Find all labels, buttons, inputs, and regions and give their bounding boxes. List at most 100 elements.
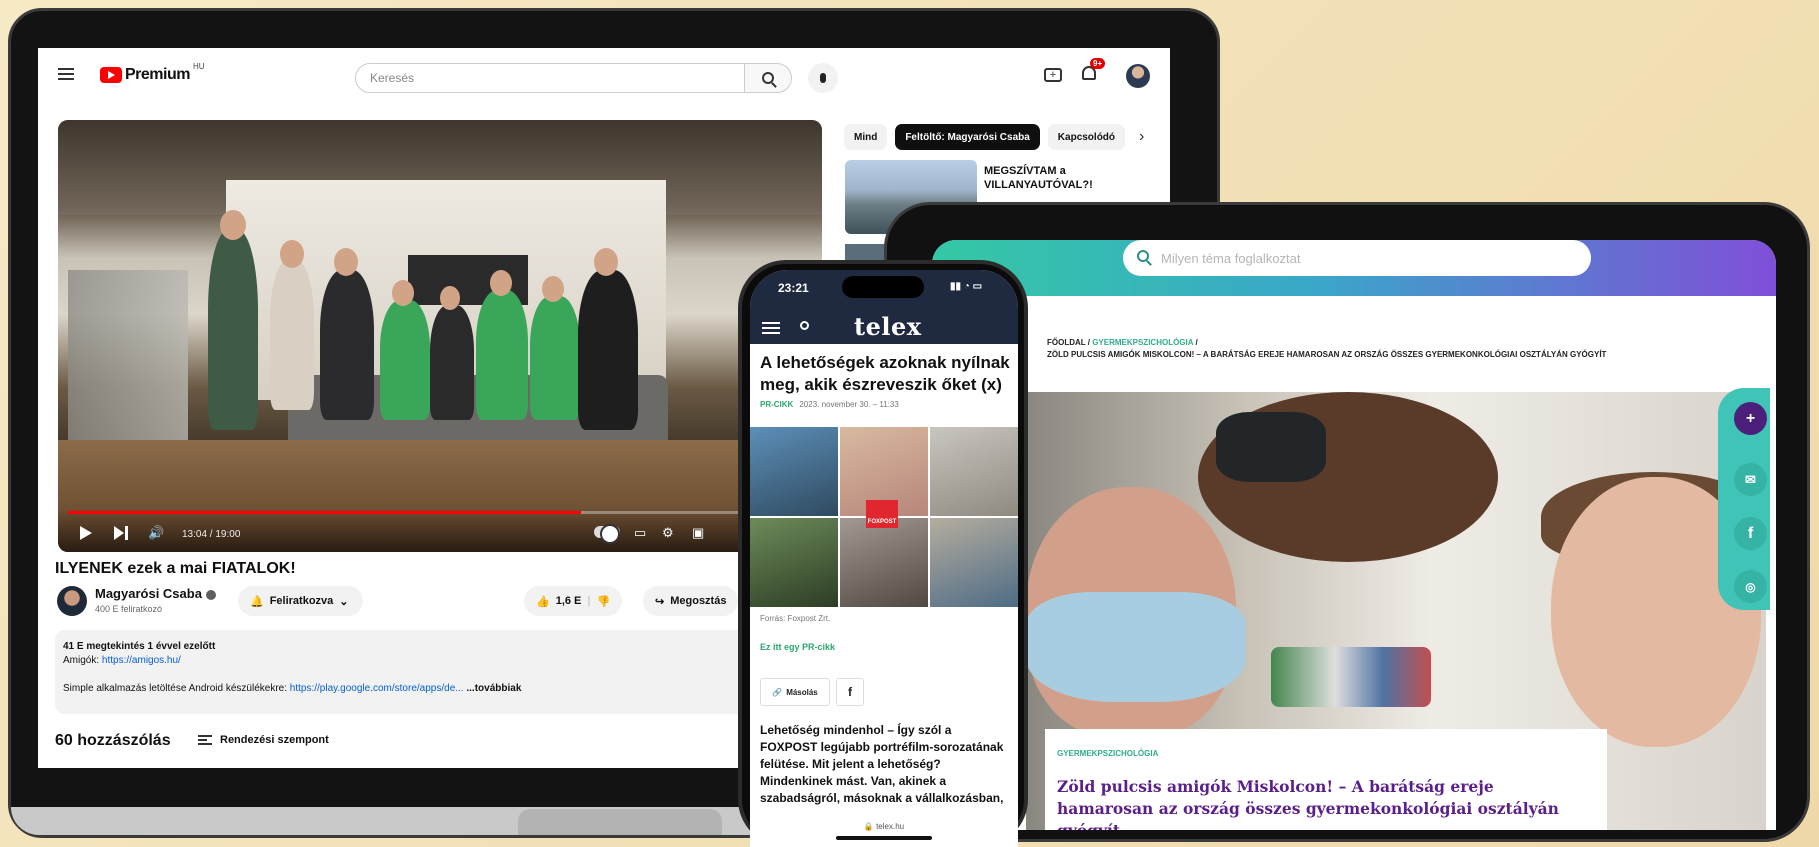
- thumbs-up-icon[interactable]: 👍: [536, 595, 550, 608]
- person-figure: [208, 230, 258, 430]
- like-dislike-group[interactable]: 👍 1,6 E | 👎: [524, 586, 623, 616]
- telex-logo[interactable]: telex: [854, 312, 922, 341]
- facebook-icon[interactable]: f: [1734, 517, 1767, 550]
- person-figure: [320, 270, 374, 420]
- autoplay-toggle[interactable]: [594, 524, 620, 544]
- foxpost-logo: FOXPOST: [866, 500, 898, 528]
- person-head: [440, 286, 460, 310]
- breadcrumb: FŐOLDAL / GYERMEKPSZICHOLÓGIA / ZÖLD PUL…: [1047, 338, 1607, 359]
- chevron-right-icon[interactable]: ›: [1133, 128, 1144, 146]
- person-figure: [430, 305, 474, 420]
- article-meta: PR-CIKK 2023. november 30. – 11:33: [760, 400, 899, 409]
- account-avatar[interactable]: [1126, 64, 1150, 88]
- video-player[interactable]: 🔊 13:04 / 19:00 ▭ ⚙ ▣: [58, 120, 822, 552]
- verified-icon: [205, 589, 216, 600]
- miniplayer-icon[interactable]: ▣: [692, 525, 704, 541]
- description-box[interactable]: 41 E megtekintés 1 évvel ezelőtt Amigók:…: [55, 630, 825, 714]
- thumbs-down-icon[interactable]: 👎: [596, 595, 610, 608]
- filter-chips: Mind Feltöltő: Magyarósi Csaba Kapcsolód…: [844, 124, 1144, 150]
- channel-name: Magyarósi Csaba: [95, 586, 202, 601]
- tablet-screen: Milyen téma foglalkoztat FŐOLDAL / GYERM…: [932, 240, 1776, 830]
- menu-icon[interactable]: [58, 68, 74, 80]
- subscriber-count: 400 E feliratkozó: [95, 604, 163, 614]
- subscribe-button[interactable]: 🔔 Feliratkozva ⌄: [238, 586, 363, 616]
- share-label: Megosztás: [670, 595, 727, 607]
- volume-icon[interactable]: 🔊: [148, 526, 164, 540]
- share-icon: ↪: [655, 595, 665, 608]
- status-bar: 23:21 ▮▮ ◔ ▭: [750, 270, 1018, 308]
- comments-count: 60 hozzászólás: [55, 732, 171, 749]
- pr-article-link[interactable]: Ez itt egy PR-cikk: [760, 642, 835, 652]
- site-search-placeholder: Milyen téma foglalkoztat: [1161, 250, 1301, 266]
- person-head: [220, 210, 246, 240]
- settings-gear-icon[interactable]: ⚙: [662, 525, 674, 541]
- person-head: [392, 280, 414, 306]
- amigos-link[interactable]: https://amigos.hu/: [102, 655, 181, 666]
- dynamic-island: [842, 276, 924, 298]
- channel-avatar[interactable]: [57, 586, 87, 616]
- breadcrumb-current: ZÖLD PULCSIS AMIGÓK MISKOLCON! – A BARÁT…: [1047, 350, 1607, 359]
- article-card[interactable]: GYERMEKPSZICHOLÓGIA Zöld pulcsis amigók …: [1045, 729, 1607, 830]
- youtube-premium-logo[interactable]: Premium HU: [100, 62, 205, 84]
- copy-link-button[interactable]: 🔗 Másolás: [760, 678, 830, 706]
- create-icon[interactable]: +: [1044, 68, 1062, 82]
- image-source: Forrás: Foxpost Zrt.: [760, 614, 831, 623]
- description-line-2: Simple alkalmazás letöltése Android kész…: [63, 682, 817, 696]
- like-count: 1,6 E: [555, 595, 582, 607]
- portrait-tile: [930, 427, 1018, 516]
- email-icon[interactable]: ✉: [1734, 463, 1767, 496]
- photo-face-mask: [1026, 592, 1246, 702]
- player-controls: [58, 508, 822, 552]
- search-icon: [1137, 250, 1149, 262]
- person-figure: [270, 260, 314, 410]
- search-button[interactable]: [744, 63, 792, 93]
- person-figure: [380, 300, 430, 420]
- show-more-link[interactable]: ...továbbiak: [466, 683, 521, 694]
- url-text: telex.hu: [876, 822, 905, 831]
- laptop-trackpad-notch: [518, 809, 722, 835]
- description-line-1: Amigók: https://amigos.hu/: [63, 654, 817, 668]
- search-input[interactable]: Keresés: [355, 63, 745, 93]
- sort-label: Rendezési szempont: [220, 734, 329, 746]
- plus-button[interactable]: +: [1734, 402, 1767, 435]
- facebook-share-button[interactable]: f: [836, 678, 864, 706]
- portrait-tile: [930, 518, 1018, 607]
- breadcrumb-home[interactable]: FŐOLDAL: [1047, 338, 1086, 347]
- chip-related[interactable]: Kapcsolódó: [1047, 124, 1126, 150]
- sort-button[interactable]: Rendezési szempont: [198, 734, 329, 746]
- chip-all[interactable]: Mind: [844, 124, 888, 150]
- microphone-icon: [820, 73, 826, 83]
- chip-uploader[interactable]: Feltöltő: Magyarósi Csaba: [895, 124, 1040, 150]
- recommended-title[interactable]: MEGSZÍVTAM a VILLANYAUTÓVAL?!: [984, 164, 1134, 192]
- channel-name-row[interactable]: Magyarósi Csaba: [95, 586, 216, 601]
- time-display: 13:04 / 19:00: [182, 529, 241, 540]
- progress-bar[interactable]: [68, 511, 812, 514]
- pr-tag: PR-CIKK: [760, 400, 794, 409]
- breadcrumb-category[interactable]: GYERMEKPSZICHOLÓGIA: [1092, 338, 1193, 347]
- instagram-icon[interactable]: ◎: [1734, 570, 1767, 603]
- sort-icon: [198, 735, 212, 745]
- url-bar[interactable]: 🔒 telex.hu: [750, 822, 1018, 831]
- person-figure: [578, 270, 638, 430]
- play-icon[interactable]: [80, 526, 92, 540]
- progress-fill: [68, 511, 582, 514]
- person-head: [334, 248, 358, 276]
- phone-screen: 23:21 ▮▮ ◔ ▭ telex A lehetőségek azoknak…: [750, 270, 1018, 847]
- site-search-input[interactable]: Milyen téma foglalkoztat: [1123, 240, 1591, 276]
- copy-label: Másolás: [786, 687, 818, 697]
- video-title: ILYENEK ezek a mai FIATALOK!: [55, 560, 296, 577]
- search-icon[interactable]: [800, 321, 809, 330]
- hamburger-icon[interactable]: [762, 322, 780, 334]
- logo-text: Premium: [125, 66, 190, 83]
- voice-search-button[interactable]: [808, 63, 838, 93]
- portrait-tile: [750, 427, 838, 516]
- portrait-tile: [750, 518, 838, 607]
- photo-toys: [1271, 647, 1431, 707]
- subtitles-icon[interactable]: ▭: [634, 525, 646, 541]
- share-button[interactable]: ↪ Megosztás: [643, 586, 739, 616]
- home-indicator[interactable]: [836, 836, 932, 840]
- article-category: GYERMEKPSZICHOLÓGIA: [1057, 749, 1159, 758]
- line2-prefix: Simple alkalmazás letöltése Android kész…: [63, 683, 287, 694]
- next-icon[interactable]: [114, 526, 128, 540]
- play-store-link[interactable]: https://play.google.com/store/apps/de...: [290, 683, 464, 694]
